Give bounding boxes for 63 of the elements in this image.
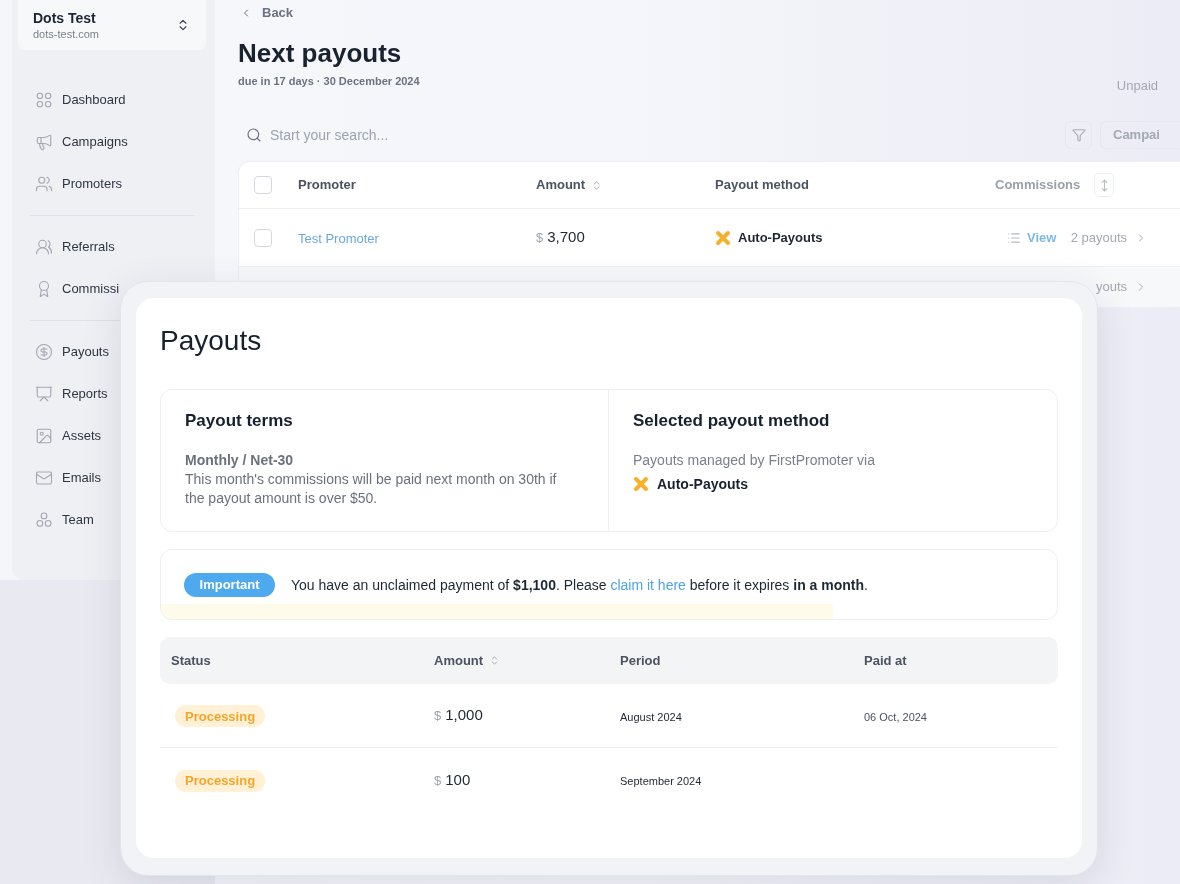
- important-badge: Important: [184, 573, 275, 597]
- amount-value: 3,700: [547, 227, 585, 248]
- nav-item[interactable]: Team: [35, 499, 94, 541]
- section-heading: Payout terms: [185, 410, 293, 432]
- column-header: Period: [620, 651, 661, 670]
- presentation-board-icon: [35, 385, 53, 403]
- currency-sign: $: [536, 229, 544, 248]
- period-text: August 2024: [620, 710, 682, 723]
- nav-item[interactable]: Commissi: [35, 268, 120, 310]
- status-label: Unpaid: [1116, 78, 1158, 94]
- mail-icon: [35, 469, 53, 487]
- grid-icon: [35, 91, 53, 109]
- list-icon: [1007, 230, 1021, 245]
- notice-text: You have an unclaimed payment of $1,100. Please claim it here before it expires in a month.: [291, 575, 868, 595]
- column-header[interactable]: Amount: [434, 650, 501, 671]
- nav-item[interactable]: Emails: [35, 457, 101, 499]
- method-description: Payouts managed by FirstPromoter via: [633, 451, 875, 470]
- status-badge: Processing: [175, 769, 266, 792]
- filter-button[interactable]: [1065, 121, 1092, 149]
- back-link[interactable]: Back: [240, 4, 294, 22]
- search-field[interactable]: Start your search...: [270, 121, 1057, 149]
- currency-sign: $: [434, 771, 442, 790]
- page-title: Next payouts: [238, 37, 402, 69]
- dollar-circle-icon: [35, 343, 53, 361]
- column-header[interactable]: Amount: [536, 175, 603, 195]
- cross-icon: [633, 476, 649, 492]
- currency-sign: $: [434, 707, 442, 726]
- payout-method: Auto-Payouts: [657, 475, 748, 494]
- page-subtitle: due in 17 days · 30 December 2024: [238, 74, 420, 88]
- status-badge: Processing: [175, 705, 266, 728]
- nav-item[interactable]: Promoters: [35, 163, 122, 205]
- megaphone-icon: [35, 133, 53, 151]
- column-header: Paid at: [864, 651, 907, 670]
- column-header: Promoter: [298, 176, 356, 195]
- circles-icon: [35, 511, 53, 529]
- nav-item[interactable]: Campaigns: [35, 121, 128, 163]
- sort-button[interactable]: [1094, 173, 1115, 197]
- section-heading: Selected payout method: [633, 410, 830, 432]
- people-icon: [35, 238, 53, 256]
- checkbox[interactable]: [254, 176, 272, 194]
- workspace-switcher[interactable]: Dots Test dots-test.com: [18, 0, 206, 50]
- column-header: Payout method: [715, 176, 809, 195]
- search-icon: [246, 127, 262, 143]
- column-header: Status: [171, 651, 211, 670]
- schedule-text: Monthly / Net-30: [185, 451, 294, 470]
- amount-value: 100: [445, 769, 471, 790]
- nav-item[interactable]: Dashboard: [35, 79, 126, 121]
- period-text: September 2024: [620, 775, 702, 787]
- nav-item[interactable]: Referrals: [35, 226, 115, 268]
- paid-date: 06 Oct, 2024: [864, 710, 927, 723]
- terms-description: This month's commissions will be paid next month on 30th if the payout amount is over $50.: [185, 470, 558, 508]
- users-icon: [35, 175, 53, 193]
- column-header: Commissions: [995, 176, 1081, 195]
- nav-item[interactable]: Reports: [35, 373, 108, 415]
- amount-value: 1,000: [445, 705, 483, 726]
- nav-item[interactable]: Assets: [35, 415, 101, 457]
- checkbox[interactable]: [254, 228, 272, 247]
- payout-method: Auto-Payouts: [738, 228, 823, 247]
- funnel-icon: [1071, 128, 1086, 142]
- image-icon: [35, 427, 53, 445]
- nav-item[interactable]: Payouts: [35, 331, 109, 373]
- cross-icon: [715, 229, 731, 246]
- card-title: Payouts: [160, 324, 262, 358]
